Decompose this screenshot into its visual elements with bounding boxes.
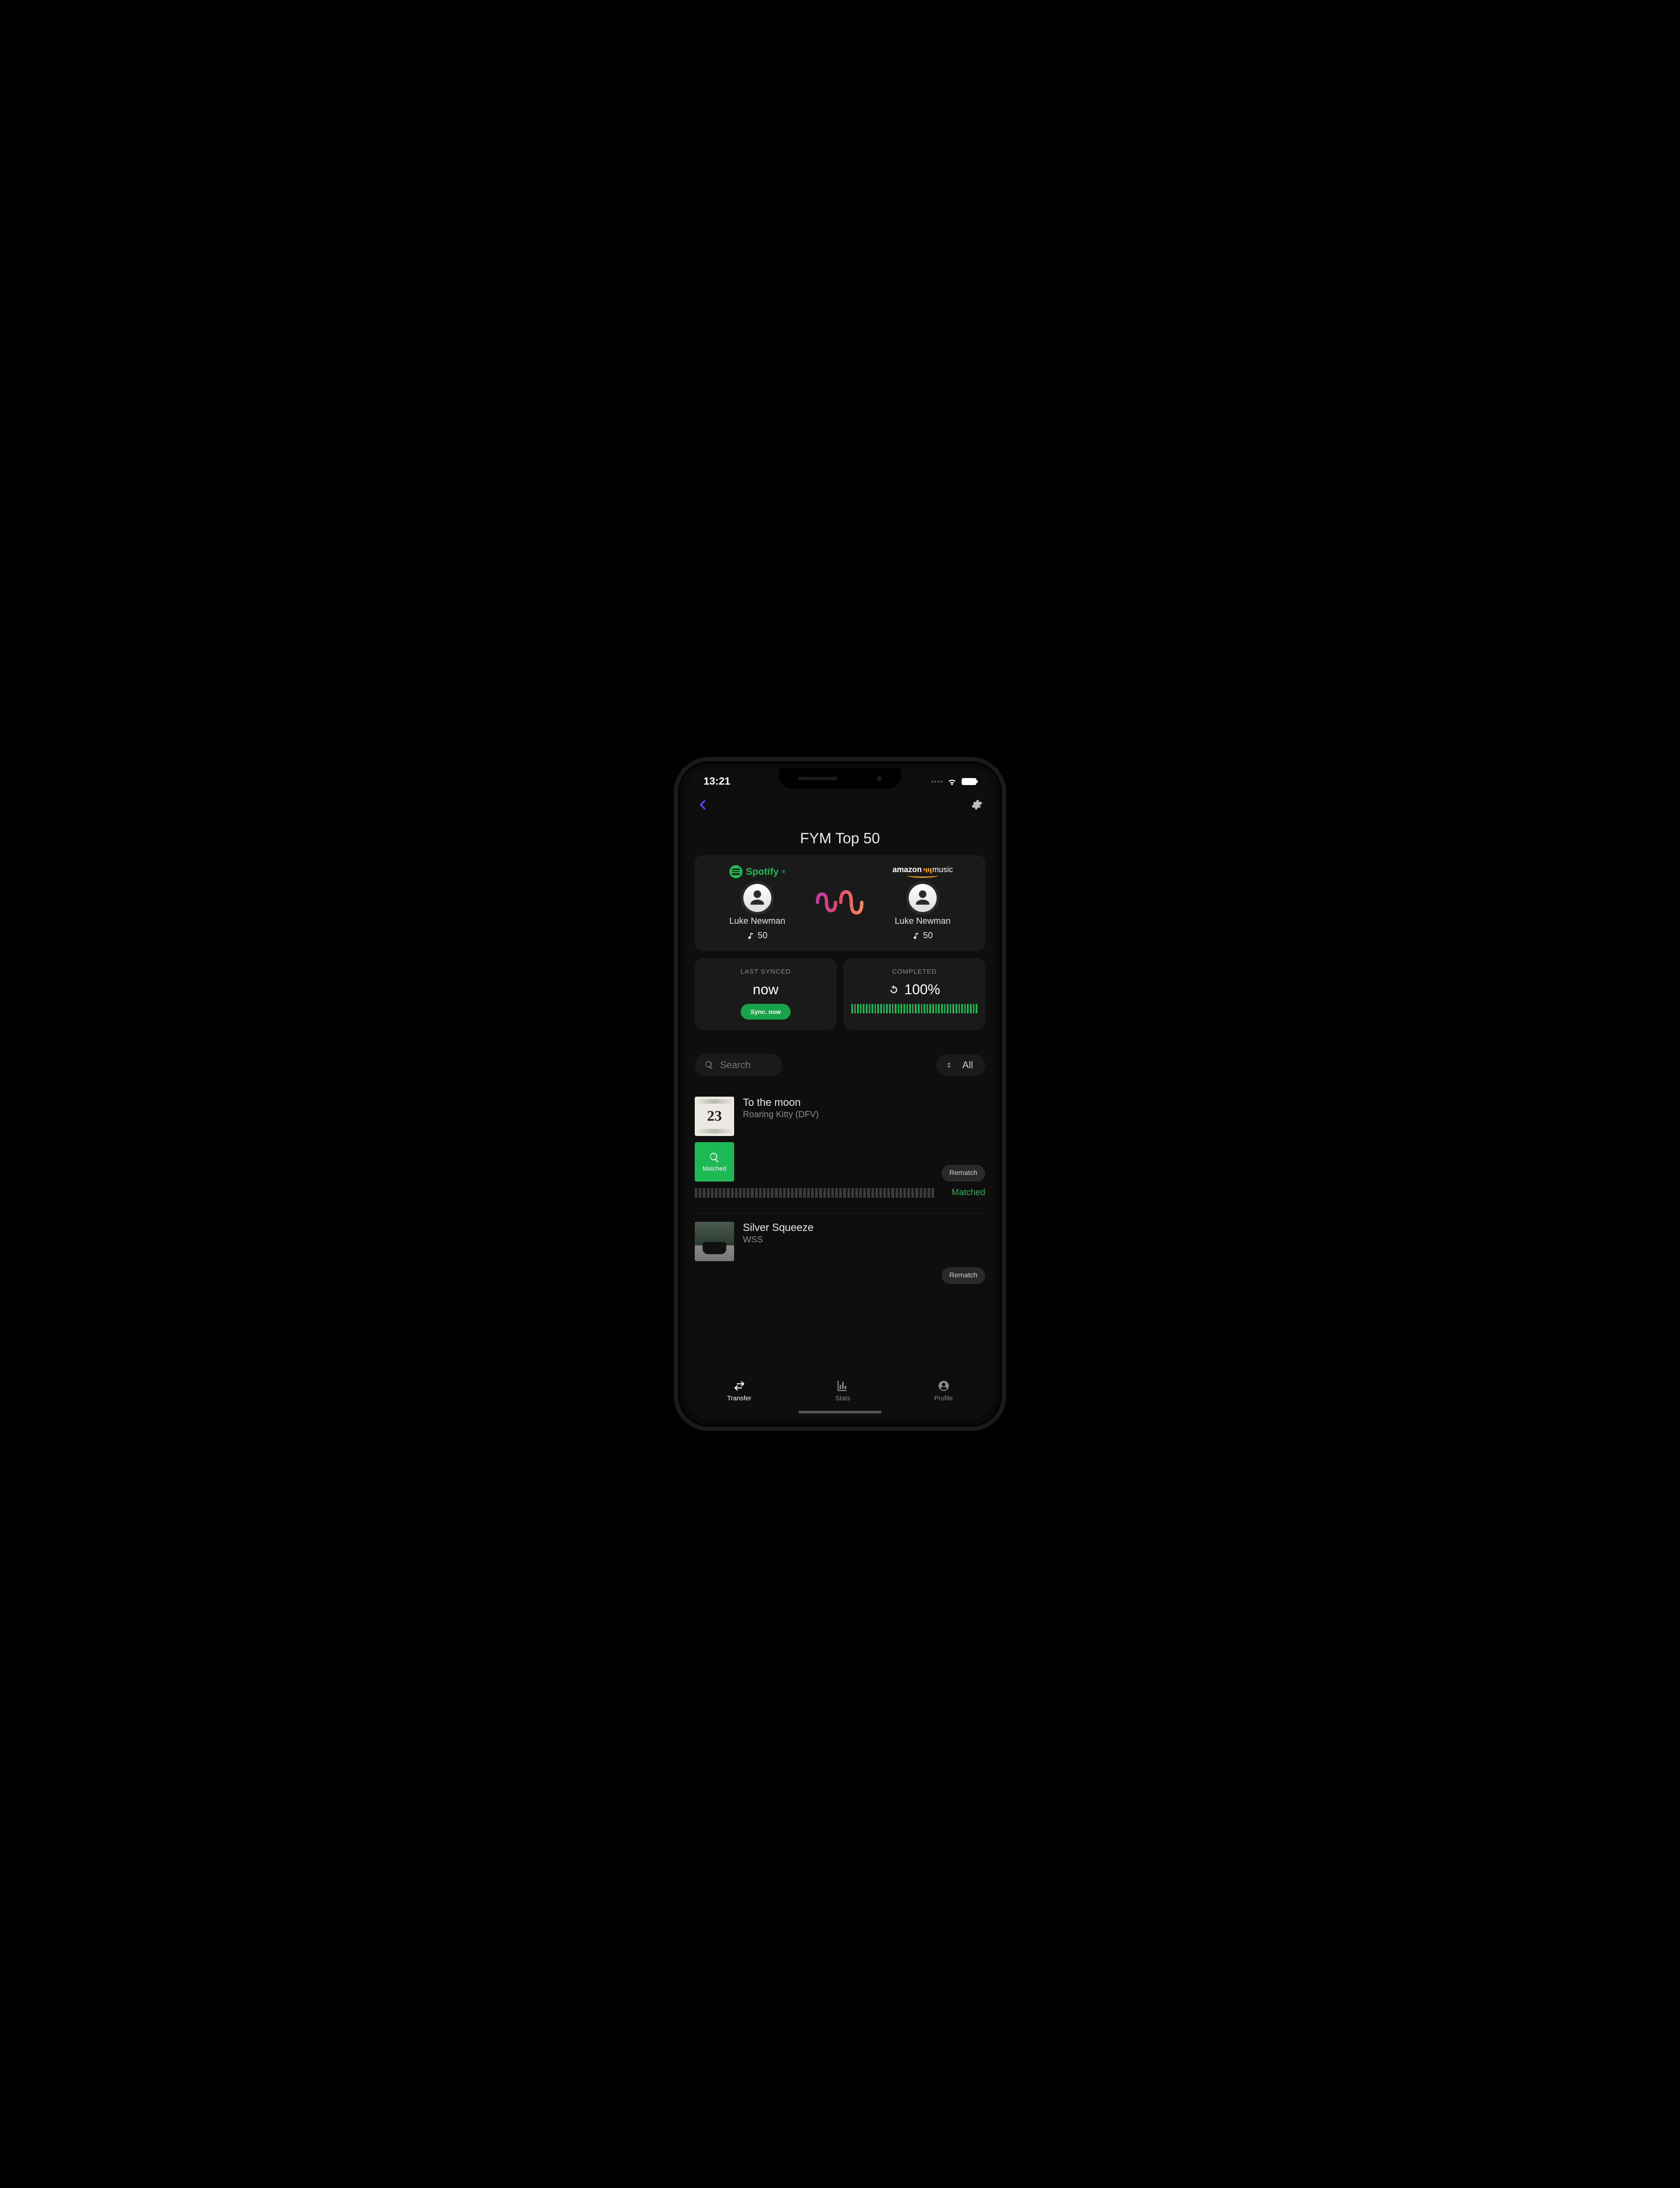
search-input[interactable] (719, 1059, 767, 1071)
track-cover: 23 (695, 1097, 734, 1136)
track-progress (695, 1188, 934, 1198)
source-user: Luke Newman (729, 916, 785, 926)
settings-button[interactable] (971, 799, 983, 813)
search-input-wrap[interactable] (695, 1054, 782, 1076)
source-avatar[interactable] (743, 884, 771, 912)
wifi-icon (947, 776, 957, 787)
target-track-count: 50 (913, 931, 933, 941)
phone-frame: 13:21 FYM Top 50 (674, 757, 1006, 1431)
transfer-icon (733, 1380, 746, 1392)
gear-icon (971, 799, 983, 810)
track-cover (695, 1222, 734, 1261)
person-icon (913, 888, 933, 908)
stats-icon (836, 1380, 849, 1392)
chevron-left-icon (697, 798, 709, 811)
transfer-wave-icon (814, 887, 866, 918)
track-status: Matched (943, 1188, 985, 1198)
target-service: amazon music Luke Newman (871, 864, 975, 941)
source-provider: Spotify (746, 866, 779, 877)
last-synced-value: now (753, 982, 779, 998)
filter-value: All (962, 1059, 973, 1071)
track-row[interactable]: 23 To the moon Roaring Kitty (DFV) Match… (695, 1089, 985, 1206)
screen: 13:21 FYM Top 50 (685, 768, 995, 1420)
tab-transfer[interactable]: Transfer (727, 1380, 751, 1402)
tab-profile[interactable]: Profile (934, 1380, 953, 1402)
header (685, 795, 995, 816)
track-artist: Roaring Kitty (DFV) (743, 1110, 985, 1120)
track-title: Silver Squeeze (743, 1222, 985, 1234)
track-artist: WSS (743, 1235, 985, 1245)
search-icon (704, 1060, 714, 1070)
status-right (931, 776, 976, 787)
refresh-icon (889, 985, 899, 995)
track-title: To the moon (743, 1097, 985, 1109)
music-note-icon (747, 932, 755, 940)
battery-icon (962, 778, 976, 785)
completed-card: COMPLETED 100% (844, 958, 985, 1030)
completed-value: 100% (889, 982, 940, 998)
person-icon (747, 888, 767, 908)
target-provider-1: amazon (892, 866, 922, 873)
last-synced-label: LAST SYNCED (741, 968, 791, 975)
search-row: All (695, 1054, 985, 1076)
rematch-button[interactable]: Rematch (942, 1267, 985, 1284)
track-row[interactable]: Silver Squeeze WSS Rematch (695, 1214, 985, 1292)
content: Spotify® Luke Newman 50 (685, 855, 995, 1420)
target-avatar[interactable] (909, 884, 937, 912)
back-button[interactable] (697, 798, 709, 813)
stats-row: LAST SYNCED now Sync. now COMPLETED 100% (695, 958, 985, 1030)
tab-stats[interactable]: Stats (835, 1380, 850, 1402)
source-track-count: 50 (747, 931, 767, 941)
music-note-icon (913, 932, 920, 940)
sort-updown-icon (945, 1061, 953, 1069)
profile-icon (938, 1380, 950, 1392)
target-user: Luke Newman (895, 916, 951, 926)
tab-label: Profile (934, 1395, 953, 1402)
source-service: Spotify® Luke Newman 50 (705, 864, 809, 941)
spotify-logo-icon: Spotify® (729, 865, 785, 878)
sync-now-button[interactable]: Sync. now (741, 1004, 790, 1020)
completed-progress (851, 1004, 977, 1013)
home-indicator (798, 1411, 882, 1413)
target-provider-2: music (932, 866, 953, 873)
page-title: FYM Top 50 (685, 816, 995, 855)
cellular-dots-icon (931, 781, 942, 782)
last-synced-card: LAST SYNCED now Sync. now (695, 958, 836, 1030)
matched-tile[interactable]: Matched (695, 1142, 734, 1182)
notch (779, 768, 901, 789)
services-card: Spotify® Luke Newman 50 (695, 855, 985, 951)
tab-label: Transfer (727, 1395, 751, 1402)
search-icon (709, 1152, 720, 1163)
completed-label: COMPLETED (892, 968, 937, 975)
tab-label: Stats (835, 1395, 850, 1402)
amazon-music-logo-icon: amazon music (892, 866, 953, 878)
filter-select[interactable]: All (936, 1054, 985, 1076)
track-progress-row: Matched (695, 1188, 985, 1198)
status-time: 13:21 (704, 775, 730, 788)
rematch-button[interactable]: Rematch (942, 1165, 985, 1182)
